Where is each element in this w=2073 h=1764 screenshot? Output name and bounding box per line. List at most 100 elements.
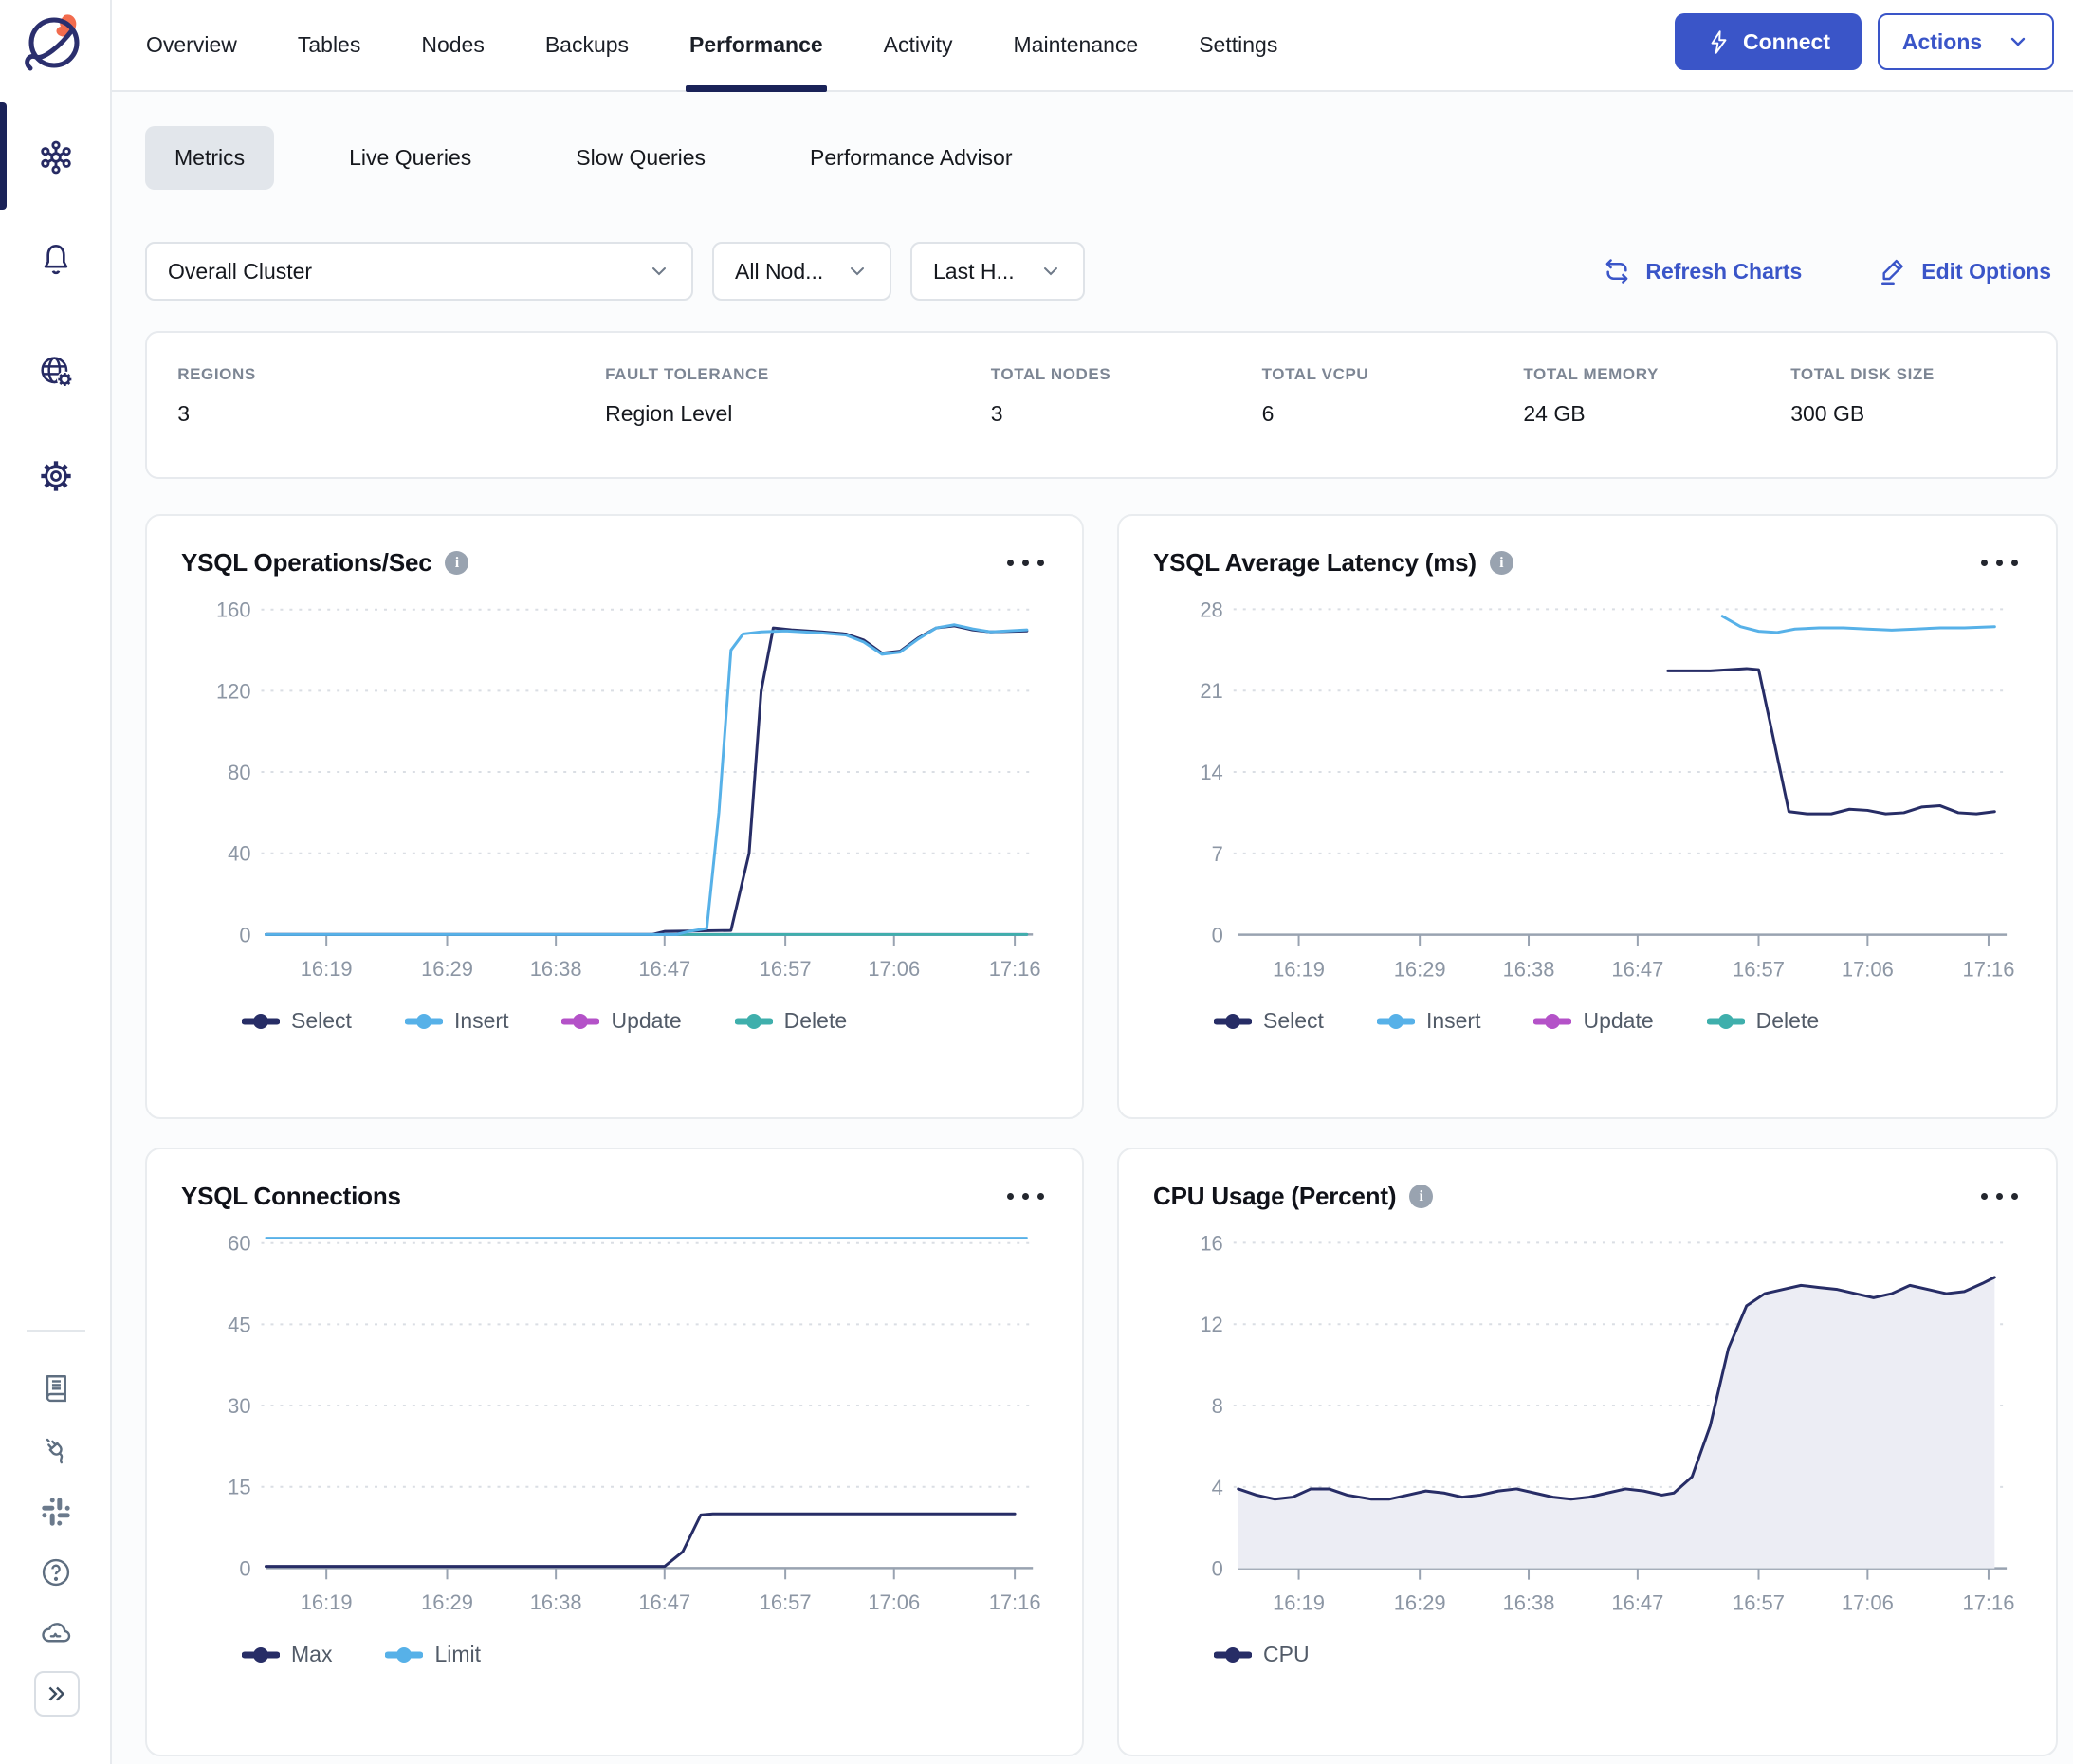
svg-text:16:19: 16:19 — [1273, 1591, 1325, 1615]
svg-text:17:06: 17:06 — [868, 957, 920, 981]
chart-menu-button[interactable] — [1003, 552, 1048, 574]
double-chevron-right-icon — [45, 1681, 69, 1706]
legend-marker — [735, 1013, 773, 1030]
svg-text:16:38: 16:38 — [530, 957, 582, 981]
time-range-select[interactable]: Last H... — [910, 242, 1085, 301]
stat-value: 3 — [991, 401, 1111, 427]
actions-button[interactable]: Actions — [1878, 13, 2054, 70]
stat-total-memory: TOTAL MEMORY24 GB — [1523, 365, 1659, 427]
chart-card-ysql-connections: YSQL Connections 60453015016:1916:2916:3… — [145, 1148, 1084, 1756]
legend-marker — [1377, 1013, 1415, 1030]
active-nav-indicator — [0, 102, 7, 210]
tab-tables[interactable]: Tables — [298, 0, 360, 90]
info-icon[interactable]: i — [445, 551, 468, 575]
stat-total-disk-size: TOTAL DISK SIZE300 GB — [1790, 365, 1935, 427]
chart-canvas: 1601208040016:1916:2916:3816:4716:5717:0… — [147, 579, 1082, 987]
legend-item-update[interactable]: Update — [1533, 1008, 1653, 1034]
legend-marker — [1533, 1013, 1571, 1030]
chevron-down-icon — [648, 260, 670, 283]
chart-card-cpu-usage: CPU Usage (Percent) i 161284016:1916:291… — [1117, 1148, 2058, 1756]
legend-item-select[interactable]: Select — [242, 1008, 352, 1034]
chevron-down-icon — [846, 260, 869, 283]
sidebar-expand-button[interactable] — [34, 1671, 80, 1717]
svg-text:120: 120 — [216, 679, 251, 703]
actions-label: Actions — [1902, 29, 1982, 55]
svg-text:28: 28 — [1200, 597, 1222, 621]
tab-overview[interactable]: Overview — [146, 0, 237, 90]
svg-text:16: 16 — [1200, 1231, 1222, 1255]
edit-options-link[interactable]: Edit Options — [1878, 256, 2051, 286]
svg-text:8: 8 — [1212, 1394, 1223, 1418]
legend-item-update[interactable]: Update — [561, 1008, 681, 1034]
svg-text:16:47: 16:47 — [1611, 958, 1663, 982]
tab-maintenance[interactable]: Maintenance — [1014, 0, 1139, 90]
chart-menu-button[interactable] — [1977, 1185, 2022, 1207]
legend-item-insert[interactable]: Insert — [405, 1008, 509, 1034]
svg-text:4: 4 — [1212, 1476, 1223, 1499]
chart-title: YSQL Operations/Sec — [181, 548, 431, 578]
yugabyte-logo[interactable] — [21, 9, 89, 82]
legend-item-cpu[interactable]: CPU — [1214, 1642, 1310, 1667]
legend-marker — [242, 1646, 280, 1663]
legend-label: Max — [291, 1642, 332, 1667]
info-icon[interactable]: i — [1490, 551, 1513, 575]
svg-text:12: 12 — [1200, 1313, 1222, 1336]
bell-icon[interactable] — [37, 241, 75, 279]
legend-label: Insert — [454, 1008, 509, 1034]
integrations-plug-icon[interactable] — [39, 1432, 73, 1466]
tab-performance[interactable]: Performance — [689, 0, 823, 90]
legend-item-delete[interactable]: Delete — [1707, 1008, 1819, 1034]
info-icon[interactable]: i — [1409, 1185, 1433, 1208]
svg-text:7: 7 — [1212, 842, 1223, 866]
legend-item-select[interactable]: Select — [1214, 1008, 1324, 1034]
cloud-status-icon[interactable] — [39, 1616, 73, 1650]
chart-canvas: 60453015016:1916:2916:3816:4716:5717:061… — [147, 1213, 1082, 1621]
nodes-select[interactable]: All Nod... — [712, 242, 891, 301]
connect-button[interactable]: Connect — [1675, 13, 1862, 70]
stat-value: 6 — [1262, 401, 1369, 427]
subtab-slow-queries[interactable]: Slow Queries — [546, 126, 735, 190]
cluster-hub-icon[interactable] — [37, 138, 75, 176]
gear-icon[interactable] — [37, 457, 75, 495]
tab-nodes[interactable]: Nodes — [421, 0, 484, 90]
svg-text:16:29: 16:29 — [421, 1590, 473, 1614]
help-icon[interactable] — [39, 1555, 73, 1589]
header: Overview Tables Nodes Backups Performance Act… — [112, 0, 2073, 92]
subtab-performance-advisor[interactable]: Performance Advisor — [780, 126, 1041, 190]
refresh-charts-link[interactable]: Refresh Charts — [1602, 256, 1802, 286]
docs-book-icon[interactable] — [39, 1371, 73, 1406]
chart-legend: CPU — [1214, 1642, 2056, 1667]
tab-settings[interactable]: Settings — [1199, 0, 1277, 90]
tab-activity[interactable]: Activity — [884, 0, 953, 90]
svg-text:16:57: 16:57 — [760, 1590, 812, 1614]
legend-label: Delete — [784, 1008, 847, 1034]
tab-backups[interactable]: Backups — [545, 0, 629, 90]
lightning-icon — [1706, 29, 1732, 55]
chart-canvas: 2821147016:1916:2916:3816:4716:5717:0617… — [1119, 579, 2056, 987]
stat-label: REGIONS — [177, 365, 256, 384]
legend-item-max[interactable]: Max — [242, 1642, 332, 1667]
legend-label: Limit — [434, 1642, 481, 1667]
subtab-live-queries[interactable]: Live Queries — [320, 126, 501, 190]
chart-canvas: 161284016:1916:2916:3816:4716:5717:0617:… — [1119, 1213, 2056, 1621]
stat-label: TOTAL vCPU — [1262, 365, 1369, 384]
subtab-metrics[interactable]: Metrics — [145, 126, 274, 190]
svg-text:17:06: 17:06 — [1842, 958, 1894, 982]
chart-menu-button[interactable] — [1977, 552, 2022, 574]
svg-text:17:06: 17:06 — [868, 1590, 920, 1614]
nodes-select-value: All Nod... — [735, 259, 823, 285]
subtab-bar: Metrics Live Queries Slow Queries Performan… — [145, 126, 1042, 190]
legend-item-insert[interactable]: Insert — [1377, 1008, 1481, 1034]
cluster-select[interactable]: Overall Cluster — [145, 242, 693, 301]
stat-value: Region Level — [605, 401, 769, 427]
svg-text:16:47: 16:47 — [638, 957, 690, 981]
legend-item-delete[interactable]: Delete — [735, 1008, 847, 1034]
slack-icon[interactable] — [39, 1495, 73, 1529]
globe-gear-icon[interactable] — [37, 353, 75, 391]
stat-fault-tolerance: FAULT TOLERANCERegion Level — [605, 365, 769, 427]
svg-text:16:29: 16:29 — [421, 957, 473, 981]
svg-text:17:16: 17:16 — [989, 1590, 1041, 1614]
legend-item-limit[interactable]: Limit — [385, 1642, 481, 1667]
legend-label: CPU — [1263, 1642, 1310, 1667]
chart-menu-button[interactable] — [1003, 1185, 1048, 1207]
